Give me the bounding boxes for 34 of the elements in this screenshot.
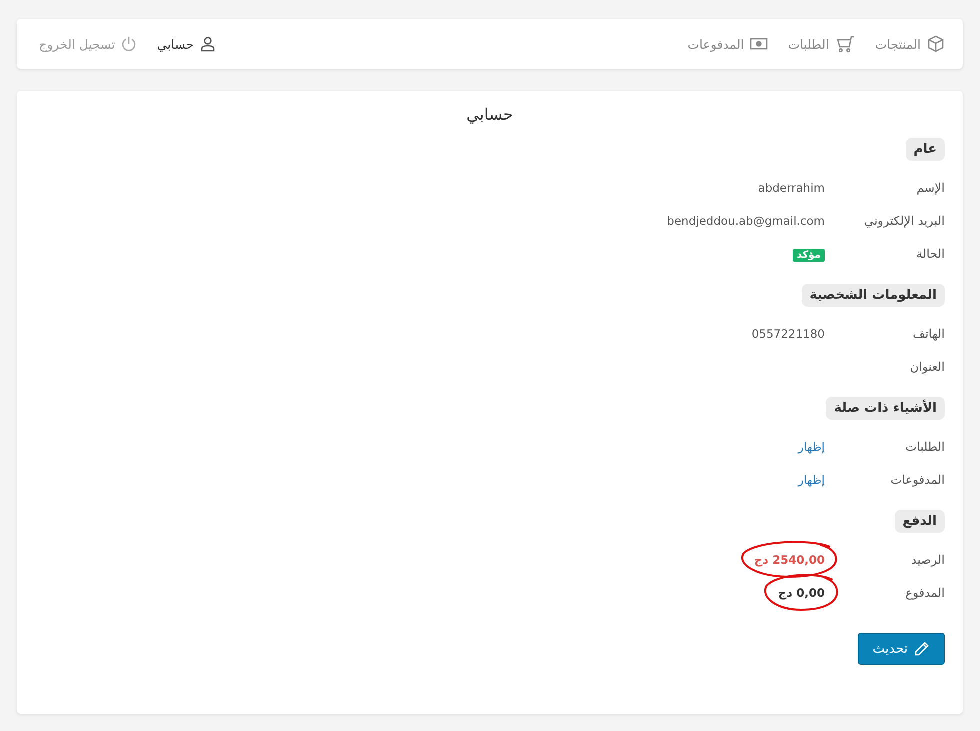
field-label: الرصيد (910, 552, 945, 566)
banknote-icon (750, 37, 768, 51)
paid-amount: 0,00 دج (778, 586, 825, 600)
field-label: المدفوعات (890, 472, 945, 486)
field-label: المدفوع (904, 586, 945, 600)
section-heading: الدفع (894, 510, 945, 533)
show-link[interactable]: إظهار (798, 472, 825, 486)
box-icon (927, 35, 945, 53)
user-icon (200, 36, 216, 52)
field-label: الحالة (916, 246, 945, 260)
balance-amount: 2540,00 دج (754, 552, 825, 566)
field-label: البريد الإلكتروني (863, 214, 945, 228)
field-label: الطلبات (904, 440, 945, 454)
field-value: abderrahim (758, 180, 825, 194)
section-heading: المعلومات الشخصية (802, 284, 945, 307)
field-label: الإسم (916, 180, 945, 194)
account-link[interactable]: حسابي (157, 36, 216, 52)
field-label: الهاتف (912, 326, 945, 340)
logout-link[interactable]: تسجيل الخروج (39, 36, 138, 52)
nav-link[interactable]: المنتجات (875, 35, 945, 53)
pencil-icon (914, 641, 930, 657)
nav-link[interactable]: الطلبات (788, 35, 856, 53)
nav-link[interactable]: المدفوعات (688, 36, 768, 52)
power-icon (121, 36, 138, 52)
page-title: حسابي (466, 105, 514, 124)
cart-icon (835, 35, 856, 53)
field-value: 0557221180 (752, 326, 825, 340)
field-value: bendjeddou.ab@gmail.com (667, 214, 825, 228)
section-heading: الأشياء ذات صلة (826, 397, 945, 420)
status-badge: مؤكد (792, 248, 825, 262)
show-link[interactable]: إظهار (798, 440, 825, 454)
section-heading: عام (906, 138, 945, 161)
update-button[interactable]: تحديث (858, 633, 945, 665)
field-label: العنوان (909, 360, 945, 374)
